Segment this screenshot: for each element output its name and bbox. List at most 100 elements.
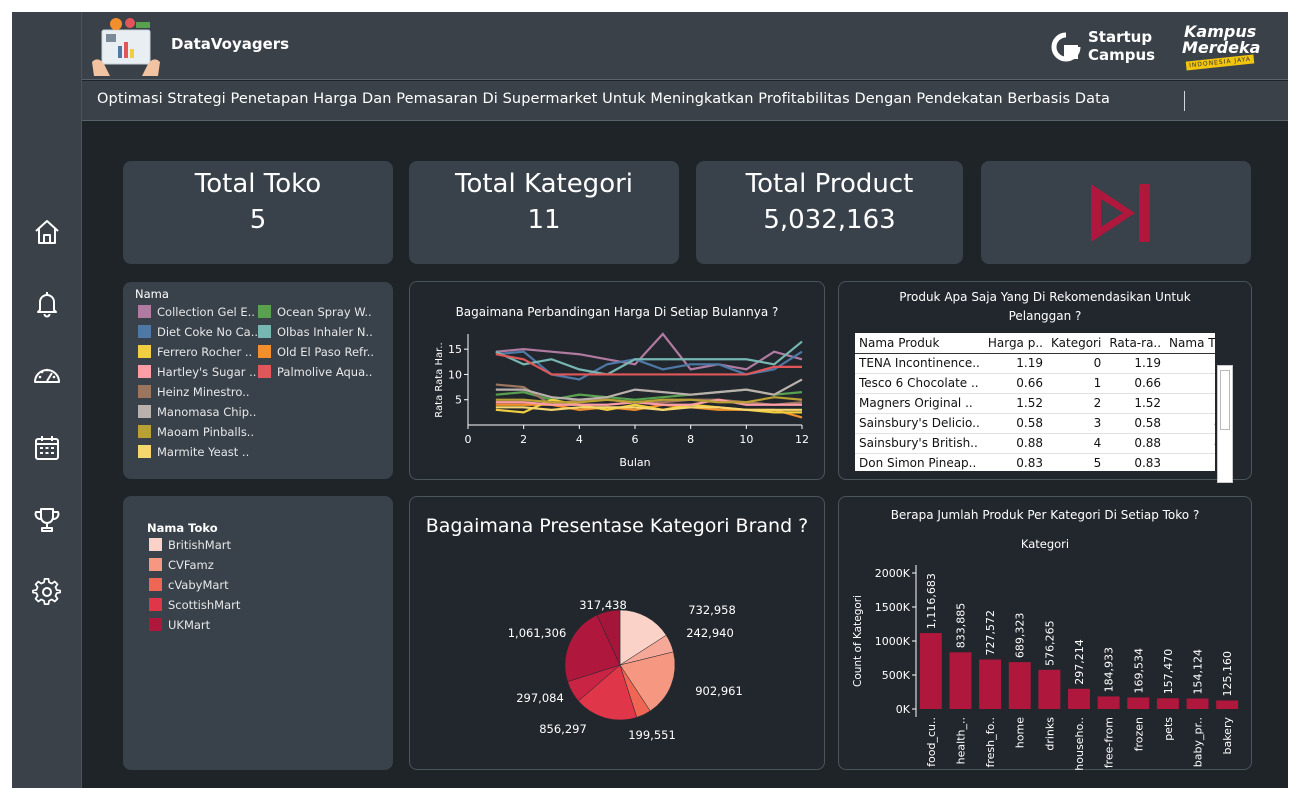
startup-campus-line1: Startup (1088, 28, 1153, 46)
home-icon[interactable] (29, 214, 65, 250)
table-cell: Magners Original .. (855, 392, 984, 413)
pie-value-label: 902,961 (695, 684, 743, 698)
table-scrollbar[interactable] (1217, 365, 1233, 483)
column-header-nama-produk[interactable]: Nama Produk (855, 333, 984, 354)
legend-item[interactable]: Collection Gel E.. (138, 305, 255, 319)
legend-item[interactable]: Heinz Minestro.. (138, 385, 250, 399)
recommendation-table-card: Produk Apa Saja Yang Di Rekomendasikan U… (838, 281, 1252, 483)
legend-toko-title: Nama Toko (147, 521, 218, 535)
column-header-rata-rata[interactable]: Rata-ra.. (1105, 333, 1166, 354)
legend-item[interactable]: Manomasa Chip.. (138, 405, 256, 419)
table-viewport[interactable]: Nama Produk Harga p.. Kategori Rata-ra..… (855, 333, 1215, 471)
legend-toko-item[interactable]: cVabyMart (149, 578, 229, 592)
legend-toko-item[interactable]: UKMart (149, 618, 210, 632)
legend-label: Manomasa Chip.. (157, 405, 257, 419)
legend-swatch (258, 345, 271, 358)
legend-toko-item[interactable]: ScottishMart (149, 598, 240, 612)
column-header-nama-toko[interactable]: Nama T.. (1165, 333, 1215, 354)
bar-value-label: 576,265 (1043, 620, 1056, 666)
subtitle-bar: Optimasi Strategi Penetapan Harga Dan Pe… (82, 81, 1288, 121)
speedometer-icon[interactable] (29, 358, 65, 394)
table-row[interactable]: Sainsbury's British..0.8840.884 (855, 432, 1215, 453)
legend-item[interactable]: Diet Coke No Ca.. (138, 325, 258, 339)
legend-item[interactable]: Maoam Pinballs.. (138, 425, 254, 439)
bar-value-label: 727,572 (984, 610, 997, 656)
legend-label: CVFamz (168, 558, 214, 572)
x-tick-label: food_cu.. (925, 717, 938, 767)
column-header-kategori[interactable]: Kategori (1046, 333, 1106, 354)
legend-toko-item[interactable]: CVFamz (149, 558, 214, 572)
table-cell: 0.58 (1105, 412, 1166, 433)
legend-label: Ferrero Rocher .. (157, 345, 253, 359)
series-line (495, 406, 802, 411)
bar (1008, 662, 1031, 709)
y-tick-label: 500K (882, 669, 911, 682)
table-cell: 0 (1165, 452, 1215, 471)
table-row[interactable]: Don Simon Pineap..0.8350.830 (855, 452, 1215, 471)
kampus-merdeka-logo: Kampus Merdeka INDONESIA JAYA (1180, 22, 1275, 72)
bar (1216, 700, 1239, 709)
table-cell: Don Simon Pineap.. (855, 452, 984, 471)
legend-toko-card: Nama Toko BritishMart CVFamz cVabyMart Scot… (123, 496, 393, 770)
table-scrollbar-thumb[interactable] (1220, 370, 1230, 430)
table-cell: 3 (1165, 372, 1215, 393)
table-row[interactable]: Sainsbury's Delicio..0.5830.584 (855, 412, 1215, 433)
bar-value-label: 297,214 (1073, 639, 1086, 685)
pie-value-label: 1,061,306 (508, 626, 567, 640)
bar-value-label: 169,534 (1132, 648, 1145, 694)
legend-item[interactable]: Old El Paso Refr.. (258, 345, 374, 359)
legend-toko-item[interactable]: BritishMart (149, 538, 231, 552)
table-cell: 0.66 (983, 372, 1047, 393)
x-tick-label: fresh_fo.. (984, 717, 997, 768)
column-header-harga[interactable]: Harga p.. (983, 333, 1047, 354)
legend-item[interactable]: Ocean Spray W.. (258, 305, 372, 319)
pie-value-label: 856,297 (539, 722, 587, 736)
kpi-title: Total Product (745, 169, 914, 199)
legend-label: cVabyMart (168, 578, 229, 592)
x-tick-label: 12 (795, 433, 809, 446)
bar-value-label: 1,116,683 (925, 573, 938, 629)
gear-icon[interactable] (29, 574, 65, 610)
header-bar: DataVoyagers Startup Campus Kampus Merde… (82, 12, 1288, 80)
dashboard-frame: DataVoyagers Startup Campus Kampus Merde… (12, 12, 1288, 788)
dashboard-subtitle: Optimasi Strategi Penetapan Harga Dan Pe… (97, 91, 1110, 107)
kpi-value: 11 (527, 205, 561, 235)
kpi-value: 5 (249, 205, 267, 235)
bar (1068, 688, 1090, 709)
legend-swatch (149, 558, 162, 571)
trophy-icon[interactable] (29, 502, 65, 538)
legend-item[interactable]: Hartley's Sugar .. (138, 365, 256, 379)
legend-swatch (149, 598, 162, 611)
table-cell: 0.83 (983, 452, 1047, 471)
next-page-card[interactable] (981, 161, 1251, 264)
bell-icon[interactable] (29, 286, 65, 322)
pie-value-label: 732,958 (688, 603, 736, 617)
legend-label: ScottishMart (168, 598, 241, 612)
kpi-title: Total Toko (194, 169, 322, 199)
table-cell: Sainsbury's Delicio.. (855, 412, 984, 433)
table-row[interactable]: TENA Incontinence..1.1901.190 (855, 352, 1215, 373)
table-cell: 1.19 (983, 352, 1047, 373)
bar-value-label: 184,933 (1103, 647, 1116, 693)
legend-item[interactable]: Palmolive Aqua.. (258, 365, 372, 379)
table-row[interactable]: Tesco 6 Chocolate ..0.6610.663 (855, 372, 1215, 393)
legend-item[interactable]: Olbas Inhaler N.. (258, 325, 373, 339)
legend-item[interactable]: Marmite Yeast .. (138, 445, 249, 459)
table-cell: 0 (1046, 352, 1106, 373)
table-row[interactable]: Magners Original ..1.5221.521 (855, 392, 1215, 413)
x-tick-label: bakery (1221, 717, 1234, 755)
bar-value-label: 125,160 (1221, 651, 1234, 697)
legend-swatch (138, 365, 151, 378)
table-cell: 1.19 (1105, 352, 1166, 373)
y-tick-label: 5 (455, 394, 462, 407)
legend-swatch (138, 445, 151, 458)
legend-label: Maoam Pinballs.. (157, 425, 255, 439)
x-tick-label: health_.. (954, 717, 967, 764)
legend-item[interactable]: Ferrero Rocher .. (138, 345, 252, 359)
skip-next-icon[interactable] (1089, 182, 1153, 244)
legend-swatch (138, 305, 151, 318)
table-cell: 4 (1165, 432, 1215, 453)
calendar-icon[interactable] (29, 430, 65, 466)
table-cell: 0.66 (1105, 372, 1166, 393)
bar (1097, 696, 1120, 709)
